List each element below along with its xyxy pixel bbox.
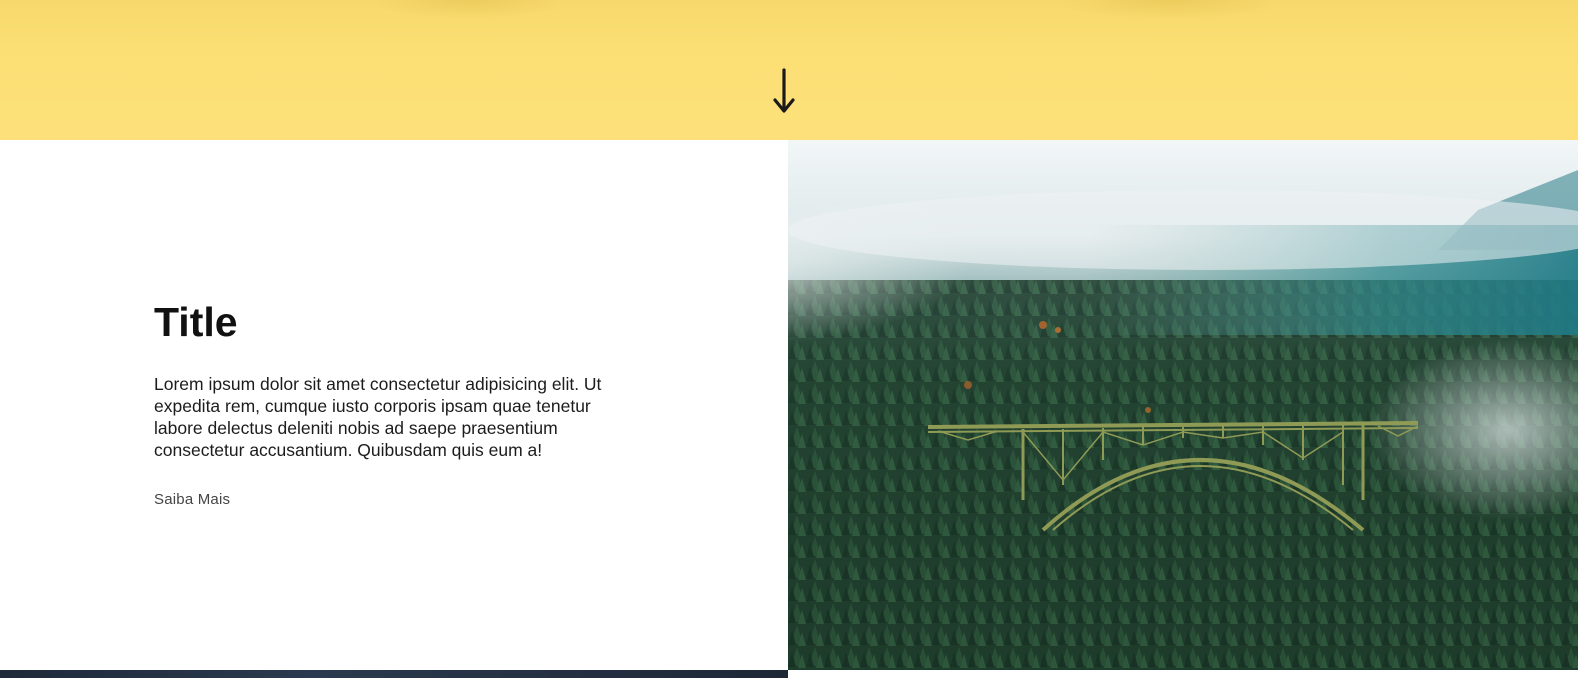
hero-banner xyxy=(0,0,1578,140)
bridge-forest-photo xyxy=(788,140,1578,670)
feature-image xyxy=(788,140,1578,670)
feature-text-panel: Title Lorem ipsum dolor sit amet consect… xyxy=(0,140,788,670)
feature-description: Lorem ipsum dolor sit amet consectetur a… xyxy=(154,374,602,460)
learn-more-link[interactable]: Saiba Mais xyxy=(154,491,230,508)
arrow-down-icon[interactable] xyxy=(772,68,796,114)
feature-section: Title Lorem ipsum dolor sit amet consect… xyxy=(0,140,1578,670)
feature-title: Title xyxy=(154,299,238,345)
next-section-preview xyxy=(0,670,788,678)
